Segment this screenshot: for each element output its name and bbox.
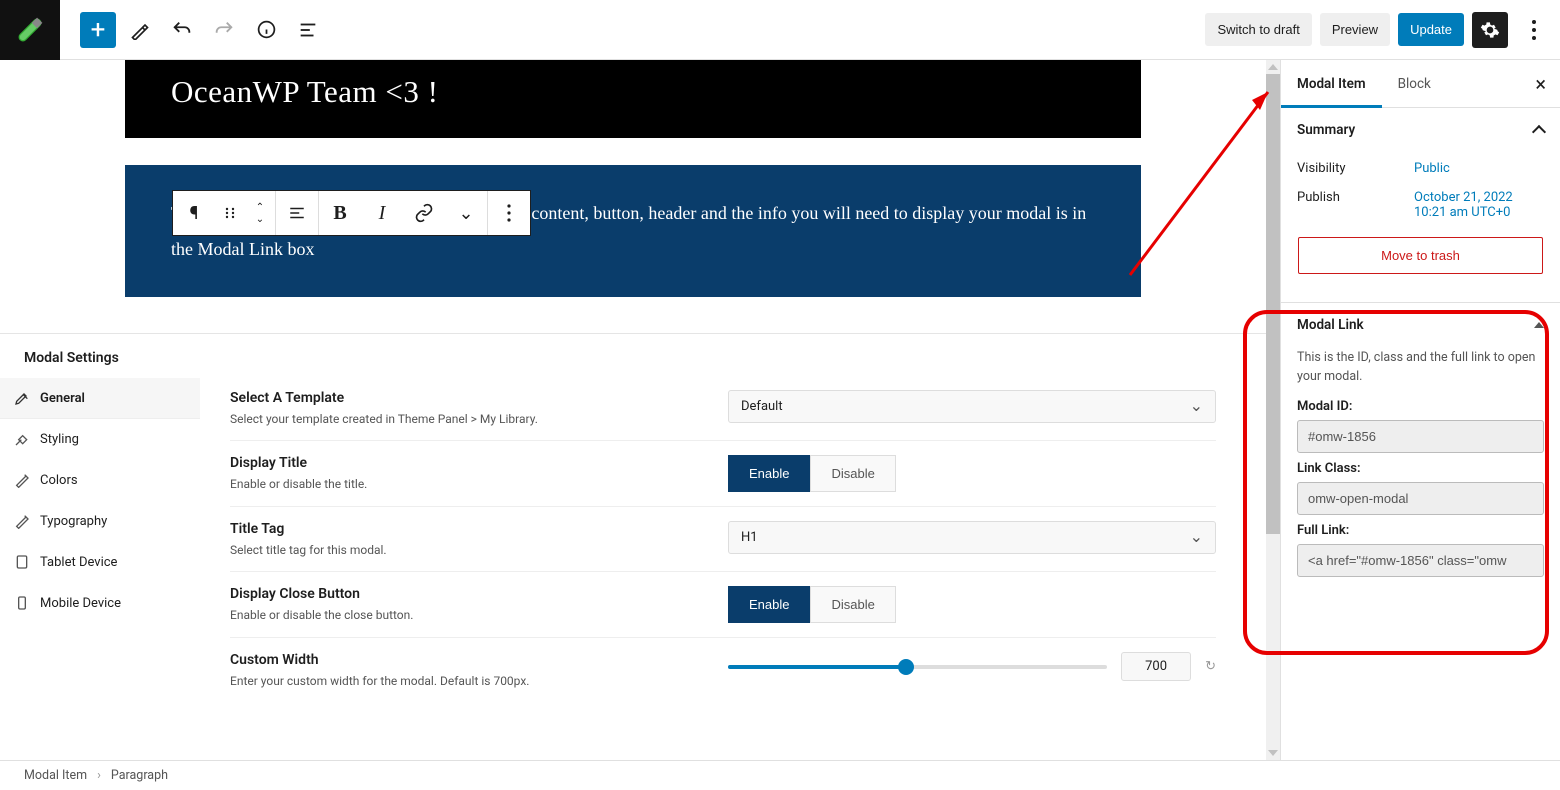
info-button[interactable] <box>248 12 284 48</box>
summary-title: Summary <box>1297 122 1355 138</box>
editor-scrollbar[interactable] <box>1266 60 1280 760</box>
modal-link-panel: Modal Link This is the ID, class and the… <box>1281 303 1560 593</box>
visibility-label: Visibility <box>1297 161 1346 176</box>
align-button[interactable] <box>276 191 318 235</box>
modal-link-desc: This is the ID, class and the full link … <box>1297 349 1544 387</box>
tools-button[interactable] <box>122 12 158 48</box>
italic-button[interactable]: I <box>361 191 403 235</box>
close-sidebar-button[interactable]: × <box>1521 72 1560 96</box>
tab-styling[interactable]: Styling <box>0 419 200 460</box>
link-button[interactable] <box>403 191 445 235</box>
disable-button[interactable]: Disable <box>810 586 895 623</box>
link-class-label: Link Class: <box>1297 461 1544 476</box>
site-logo[interactable] <box>0 0 60 60</box>
title-tag-select[interactable]: H1 <box>728 521 1216 554</box>
outline-button[interactable] <box>290 12 326 48</box>
enable-button[interactable]: Enable <box>728 586 810 623</box>
setting-title-tag-desc: Select title tag for this modal. <box>230 543 387 557</box>
tab-styling-label: Styling <box>40 432 79 447</box>
modal-settings-title: Modal Settings <box>0 334 143 374</box>
drag-handle-icon[interactable] <box>215 191 245 235</box>
update-button[interactable]: Update <box>1398 13 1464 46</box>
enable-button[interactable]: Enable <box>728 455 810 492</box>
options-button[interactable] <box>488 191 530 235</box>
tab-modal-item[interactable]: Modal Item <box>1281 60 1382 108</box>
move-to-trash-button[interactable]: Move to trash <box>1298 237 1543 274</box>
settings-tabs: General Styling Colors Typography Tablet… <box>0 334 200 712</box>
setting-close-button-desc: Enable or disable the close button. <box>230 608 413 622</box>
width-input[interactable]: 700 <box>1121 652 1191 681</box>
setting-custom-width-desc: Enter your custom width for the modal. D… <box>230 674 529 688</box>
setting-custom-width-label: Custom Width <box>230 652 529 668</box>
tab-block[interactable]: Block <box>1382 60 1447 108</box>
tab-tablet-label: Tablet Device <box>40 555 117 570</box>
modal-id-label: Modal ID: <box>1297 399 1544 414</box>
switch-draft-button[interactable]: Switch to draft <box>1205 13 1311 46</box>
setting-display-title-desc: Enable or disable the title. <box>230 477 367 491</box>
tab-general[interactable]: General <box>0 378 200 419</box>
disable-button[interactable]: Disable <box>810 455 895 492</box>
setting-template: Select A Template Select your template cr… <box>230 376 1216 441</box>
visibility-value[interactable]: Public <box>1414 161 1544 176</box>
undo-button[interactable] <box>164 12 200 48</box>
setting-close-button: Display Close Button Enable or disable th… <box>230 572 1216 638</box>
modal-link-header[interactable]: Modal Link <box>1281 303 1560 347</box>
setting-title-tag: Title Tag Select title tag for this modal… <box>230 507 1216 572</box>
editor-canvas: OceanWP Team <3 ! ¶ ⌃⌄ B I <box>0 60 1280 760</box>
setting-template-desc: Select your template created in Theme Pa… <box>230 412 538 426</box>
more-rich-text-button[interactable]: ⌄ <box>445 191 487 235</box>
tab-colors[interactable]: Colors <box>0 460 200 501</box>
setting-template-label: Select A Template <box>230 390 538 406</box>
display-title-toggle: EnableDisable <box>728 455 896 492</box>
setting-title-tag-label: Title Tag <box>230 521 387 537</box>
add-block-button[interactable]: + <box>80 12 116 48</box>
preview-button[interactable]: Preview <box>1320 13 1390 46</box>
header-block[interactable]: OceanWP Team <3 ! <box>125 60 1141 138</box>
summary-panel: Summary Visibility Public Publish October … <box>1281 108 1560 303</box>
tab-typography-label: Typography <box>40 514 107 529</box>
modal-id-input[interactable] <box>1297 420 1544 453</box>
tab-colors-label: Colors <box>40 473 78 488</box>
redo-button[interactable] <box>206 12 242 48</box>
setting-display-title: Display Title Enable or disable the title… <box>230 441 1216 507</box>
template-select[interactable]: Default <box>728 390 1216 423</box>
tab-mobile-label: Mobile Device <box>40 596 121 611</box>
tab-general-label: General <box>40 391 85 406</box>
close-button-toggle: EnableDisable <box>728 586 896 623</box>
width-slider[interactable] <box>728 665 1107 669</box>
paragraph-icon[interactable]: ¶ <box>173 191 215 235</box>
modal-settings-panel: Modal Settings General Styling Colors Ty… <box>0 333 1266 712</box>
top-toolbar: + Switch to draft Preview Update <box>0 0 1560 60</box>
breadcrumb-root[interactable]: Modal Item <box>24 768 87 783</box>
tab-tablet[interactable]: Tablet Device <box>0 542 200 583</box>
scroll-down-icon[interactable] <box>1268 750 1278 756</box>
scroll-up-icon[interactable] <box>1268 64 1278 70</box>
breadcrumb-current[interactable]: Paragraph <box>111 768 168 783</box>
breadcrumb: Modal Item › Paragraph <box>0 760 1560 790</box>
settings-gear-button[interactable] <box>1472 12 1508 48</box>
triangle-up-icon <box>1534 322 1544 328</box>
tab-mobile[interactable]: Mobile Device <box>0 583 200 624</box>
settings-sidebar: Modal Item Block × Summary Visibility Pub… <box>1280 60 1560 760</box>
publish-label: Publish <box>1297 190 1340 220</box>
full-link-input[interactable] <box>1297 544 1544 577</box>
block-toolbar: ¶ ⌃⌄ B I ⌄ <box>172 190 531 236</box>
setting-display-title-label: Display Title <box>230 455 367 471</box>
modal-link-title: Modal Link <box>1297 317 1364 333</box>
move-arrows-icon[interactable]: ⌃⌄ <box>245 191 275 235</box>
chevron-up-icon <box>1532 125 1546 139</box>
tab-typography[interactable]: Typography <box>0 501 200 542</box>
page-heading[interactable]: OceanWP Team <3 ! <box>171 74 1101 110</box>
full-link-label: Full Link: <box>1297 523 1544 538</box>
breadcrumb-separator: › <box>97 768 101 783</box>
reset-icon[interactable]: ↻ <box>1205 659 1216 674</box>
summary-header[interactable]: Summary <box>1281 108 1560 152</box>
setting-custom-width: Custom Width Enter your custom width for … <box>230 638 1216 702</box>
setting-close-button-label: Display Close Button <box>230 586 413 602</box>
publish-value[interactable]: October 21, 2022 10:21 am UTC+0 <box>1414 190 1544 220</box>
bold-button[interactable]: B <box>319 191 361 235</box>
more-menu-button[interactable] <box>1516 12 1552 48</box>
link-class-input[interactable] <box>1297 482 1544 515</box>
